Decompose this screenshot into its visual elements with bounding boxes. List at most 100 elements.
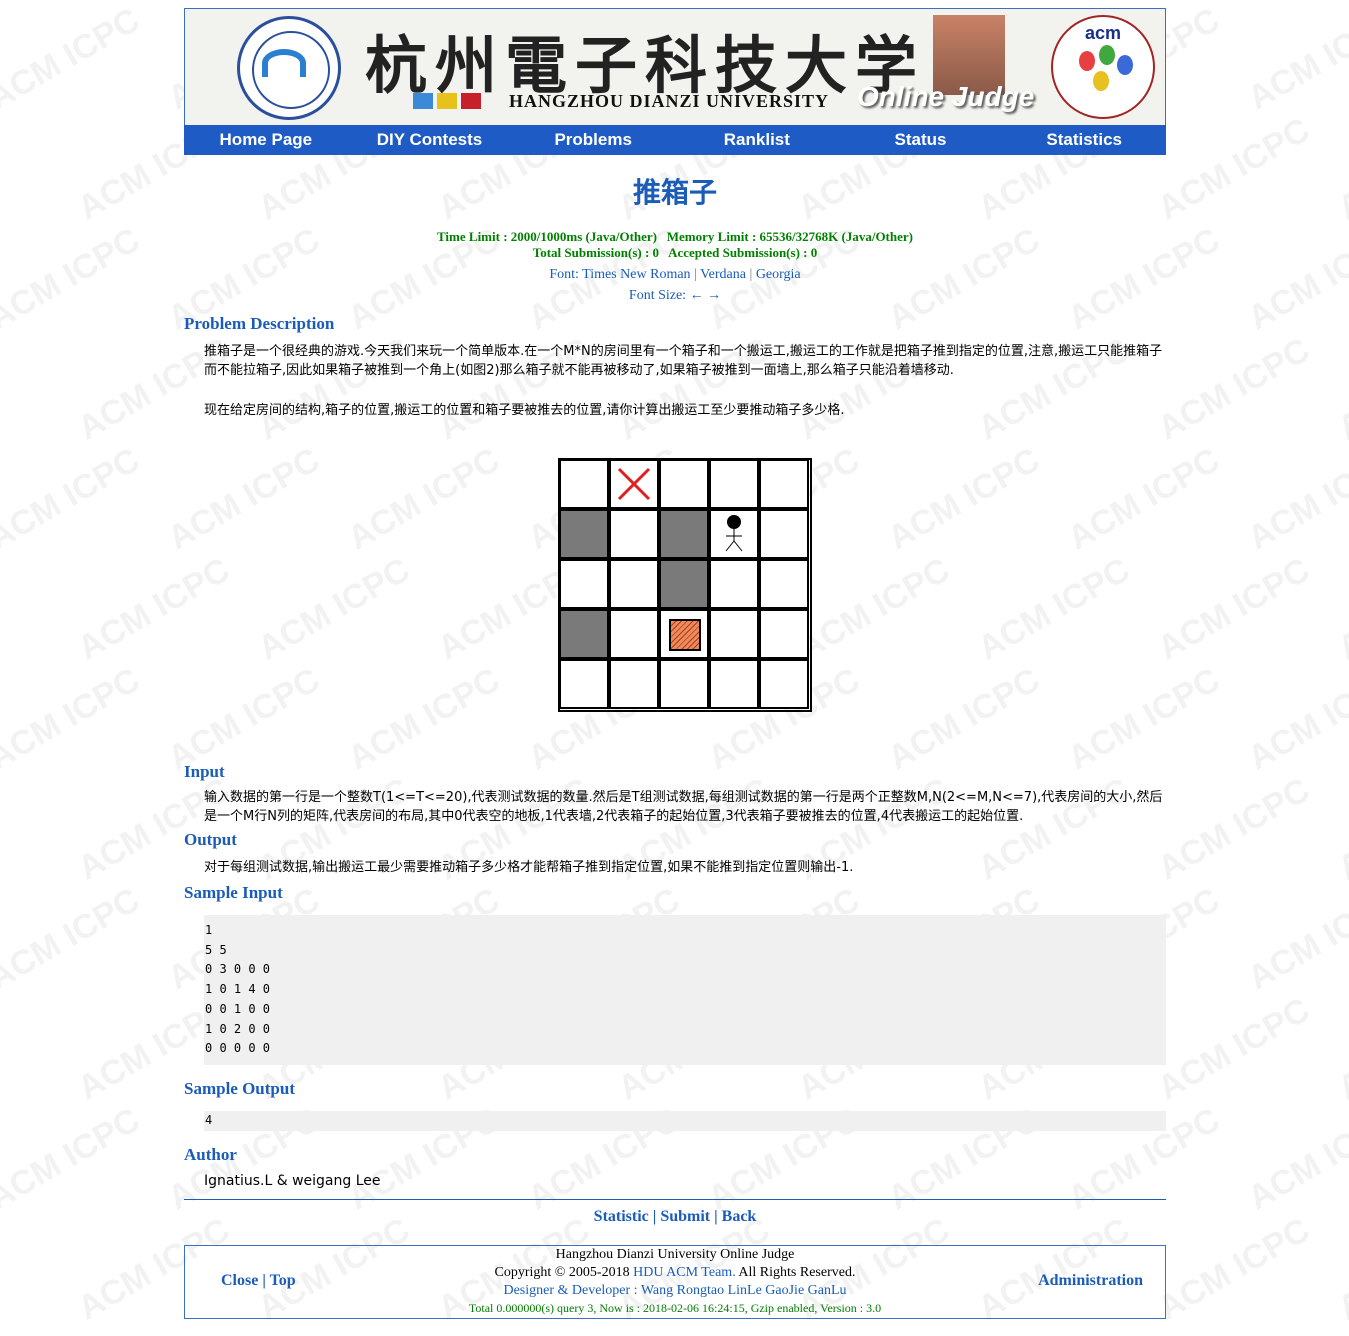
watermark-text: ACM ICPC — [1331, 111, 1349, 228]
watermark-text: ACM ICPC — [1331, 771, 1349, 888]
description-heading: Problem Description — [184, 314, 335, 333]
grid-cell-empty — [709, 559, 759, 609]
back-link[interactable]: Back — [722, 1208, 757, 1225]
star-icon — [437, 93, 457, 109]
grid-cell-empty — [759, 459, 809, 509]
watermark-text: ACM ICPC — [0, 0, 147, 118]
nav-statistics[interactable]: Statistics — [1002, 125, 1166, 155]
nav-status[interactable]: Status — [839, 125, 1003, 155]
input-heading: Input — [184, 762, 225, 781]
watermark-text: ACM ICPC — [1241, 0, 1349, 118]
grid-cell-empty — [609, 509, 659, 559]
grid-cell-empty — [609, 559, 659, 609]
balloon-icon — [1099, 45, 1115, 65]
output-description: 对于每组测试数据,输出搬运工最少需要推动箱子多少格才能帮箱子推到指定位置,如果不… — [204, 860, 854, 875]
balloon-icon — [1093, 71, 1109, 91]
administration-link[interactable]: Administration — [1038, 1272, 1143, 1290]
sample-input-heading: Sample Input — [184, 883, 283, 902]
online-judge-label: Online Judge — [857, 81, 1035, 112]
nav-diy-contests[interactable]: DIY Contests — [348, 125, 512, 155]
balloon-icon — [1079, 51, 1095, 71]
porter-icon — [725, 515, 743, 552]
grid-cell-empty — [659, 459, 709, 509]
watermark-text: ACM ICPC — [1241, 1100, 1349, 1218]
grid-cell-porter — [709, 509, 759, 559]
statistic-link[interactable]: Statistic — [594, 1208, 649, 1225]
grid-cell-wall — [559, 509, 609, 559]
watermark-text: ACM ICPC — [1241, 440, 1349, 558]
nav-home-page[interactable]: Home Page — [184, 125, 348, 155]
grid-cell-empty — [659, 659, 709, 709]
grid-cell-empty — [759, 559, 809, 609]
balloon-icon — [1117, 55, 1133, 75]
watermark-text: ACM ICPC — [1151, 330, 1317, 448]
site-footer: Close | Top Hangzhou Dianzi University O… — [184, 1244, 1166, 1319]
grid-cell-empty — [709, 459, 759, 509]
top-link[interactable]: Top — [270, 1272, 296, 1289]
university-logo — [237, 16, 341, 120]
input-description: 输入数据的第一行是一个整数T(1<=T<=20),代表测试数据的数量.然后是T组… — [204, 790, 1163, 824]
main-nav: Home Page DIY Contests Problems Ranklist… — [184, 125, 1166, 155]
watermark-text: ACM ICPC — [0, 220, 147, 338]
close-link[interactable]: Close — [221, 1272, 258, 1289]
grid-cell-empty — [609, 659, 659, 709]
watermark-text: ACM ICPC — [0, 1100, 147, 1218]
footer-nav: Close | Top — [221, 1271, 296, 1289]
grid-cell-wall — [659, 559, 709, 609]
watermark-text: ACM ICPC — [1151, 990, 1317, 1108]
author-heading: Author — [184, 1144, 237, 1164]
footer-developers: Designer & Developer : Wang Rongtao LinL… — [503, 1282, 847, 1298]
sample-input-block: 1 5 5 0 3 0 0 0 1 0 1 4 0 0 0 1 0 0 1 0 2 0 0… — [204, 915, 1166, 1065]
grid-cell-empty — [759, 509, 809, 559]
grid-cell-target — [609, 459, 659, 509]
sample-line: 0 3 0 0 0 — [205, 962, 271, 977]
sample-line: 4 — [205, 1112, 213, 1127]
font-size-selector: Font Size: ← → — [628, 288, 722, 303]
grid-cell-empty — [759, 659, 809, 709]
author-name: Ignatius.L & weigang Lee — [204, 1172, 381, 1189]
watermark-text: ACM ICPC — [1151, 770, 1317, 888]
sample-line: 1 0 1 4 0 — [205, 982, 271, 997]
watermark-text: ACM ICPC — [0, 660, 147, 778]
crate-icon — [669, 619, 701, 651]
watermark-text: ACM ICPC — [1241, 220, 1349, 338]
watermark-text: ACM ICPC — [1241, 660, 1349, 778]
university-english-name: HANGZHOU DIANZI UNIVERSITY — [509, 91, 830, 111]
grid-cell-box — [659, 609, 709, 659]
watermark-text: ACM ICPC — [1331, 551, 1349, 668]
description-paragraph: 现在给定房间的结构,箱子的位置,搬运工的位置和箱子要被推去的位置,请你计算出搬运… — [204, 403, 845, 418]
watermark-text: ACM ICPC — [1331, 991, 1349, 1108]
nav-ranklist[interactable]: Ranklist — [675, 125, 839, 155]
watermark-text: ACM ICPC — [1151, 110, 1317, 228]
team-link[interactable]: HDU ACM Team. — [633, 1265, 736, 1280]
font-size-arrows[interactable]: ← → — [690, 288, 722, 303]
grid-cell-empty — [609, 609, 659, 659]
font-verdana-link[interactable]: Verdana — [700, 267, 746, 282]
sample-line: 1 0 2 0 0 — [205, 1021, 271, 1036]
watermark-text: ACM ICPC — [1331, 1211, 1349, 1328]
nav-problems[interactable]: Problems — [511, 125, 675, 155]
watermark-text: ACM ICPC — [1151, 550, 1317, 668]
watermark-text: ACM ICPC — [0, 440, 147, 558]
grid-cell-wall — [659, 509, 709, 559]
problem-limits: Time Limit : 2000/1000ms (Java/Other) Me… — [437, 229, 913, 260]
watermark-text: ACM ICPC — [0, 880, 147, 998]
page-wrapper: 杭州電子科技大学 HANGZHOU DIANZI UNIVERSITY Onli… — [184, 8, 1166, 1319]
footer-status: Total 0.000000(s) query 3, Now is : 2018… — [468, 1300, 882, 1315]
target-x-icon — [617, 467, 651, 501]
watermark-text: ACM ICPC — [1331, 331, 1349, 448]
book-icon — [461, 93, 481, 109]
description-paragraph: 推箱子是一个很经典的游戏.今天我们来玩一个简单版本.在一个M*N的房间里有一个箱… — [204, 344, 1163, 378]
acm-icpc-logo: acm — [1051, 15, 1155, 119]
problem-actions: Statistic | Submit | Back — [593, 1207, 757, 1225]
submit-link[interactable]: Submit — [660, 1208, 710, 1225]
font-georgia-link[interactable]: Georgia — [756, 267, 801, 282]
sokoban-figure — [204, 458, 1166, 712]
sokoban-grid — [558, 458, 812, 712]
sample-output-block: 4 — [204, 1110, 1166, 1131]
font-times-link[interactable]: Times New Roman — [582, 267, 690, 282]
problem-description: 推箱子是一个很经典的游戏.今天我们来玩一个简单版本.在一个M*N的房间里有一个箱… — [204, 342, 1166, 712]
divider — [184, 1198, 1166, 1200]
footer-title: Hangzhou Dianzi University Online Judge — [555, 1246, 795, 1262]
site-banner: 杭州電子科技大学 HANGZHOU DIANZI UNIVERSITY Onli… — [184, 8, 1166, 125]
